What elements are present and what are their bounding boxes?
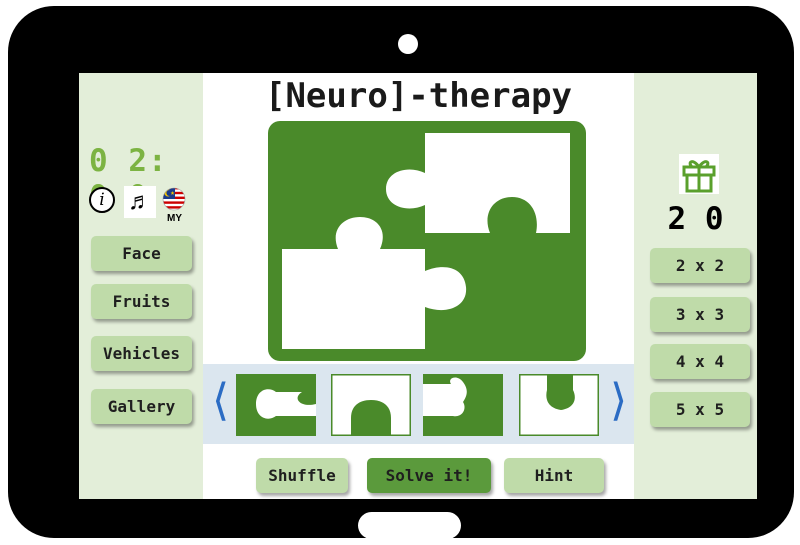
app-title: [Neuro]-therapy — [264, 76, 573, 116]
grid-4x4-button[interactable]: 4 x 4 — [650, 344, 750, 379]
puzzle-piece-2[interactable] — [331, 374, 411, 436]
category-gallery-button[interactable]: Gallery — [91, 389, 192, 424]
next-arrow-icon[interactable]: ⟩ — [610, 376, 627, 426]
category-fruits-button[interactable]: Fruits — [91, 284, 192, 319]
puzzle-piece-1[interactable] — [236, 374, 316, 436]
category-vehicles-button[interactable]: Vehicles — [91, 336, 192, 371]
pieces-tray: ⟨ ⟩ — [203, 364, 634, 444]
grid-5x5-button[interactable]: 5 x 5 — [650, 392, 750, 427]
puzzle-piece-4[interactable] — [519, 374, 599, 436]
puzzle-board-icon — [268, 121, 586, 361]
flag-language-label: MY — [167, 213, 182, 224]
shuffle-button[interactable]: Shuffle — [256, 458, 348, 493]
category-face-button[interactable]: Face — [91, 236, 192, 271]
camera-dot — [398, 34, 418, 54]
right-panel — [634, 73, 757, 499]
malaysia-flag-icon[interactable] — [162, 187, 186, 211]
info-icon[interactable]: i — [89, 187, 115, 213]
gift-icon — [679, 154, 719, 194]
music-note-icon[interactable]: ♬ — [124, 186, 156, 218]
previous-arrow-icon[interactable]: ⟨ — [212, 376, 229, 426]
puzzle-piece-3[interactable] — [423, 374, 503, 436]
app-screen: 0 2: 0 0 i ♬ MY Face Fruits Vehicles Gal… — [79, 73, 757, 499]
solve-it-button[interactable]: Solve it! — [367, 458, 491, 493]
reward-count: 2 0 — [667, 201, 724, 237]
grid-3x3-button[interactable]: 3 x 3 — [650, 297, 750, 332]
hint-button[interactable]: Hint — [504, 458, 604, 493]
home-button[interactable] — [358, 512, 461, 539]
left-panel: 0 2: 0 0 i ♬ MY Face Fruits Vehicles Gal… — [79, 73, 203, 499]
grid-2x2-button[interactable]: 2 x 2 — [650, 248, 750, 283]
tablet-frame: 0 2: 0 0 i ♬ MY Face Fruits Vehicles Gal… — [8, 6, 794, 539]
